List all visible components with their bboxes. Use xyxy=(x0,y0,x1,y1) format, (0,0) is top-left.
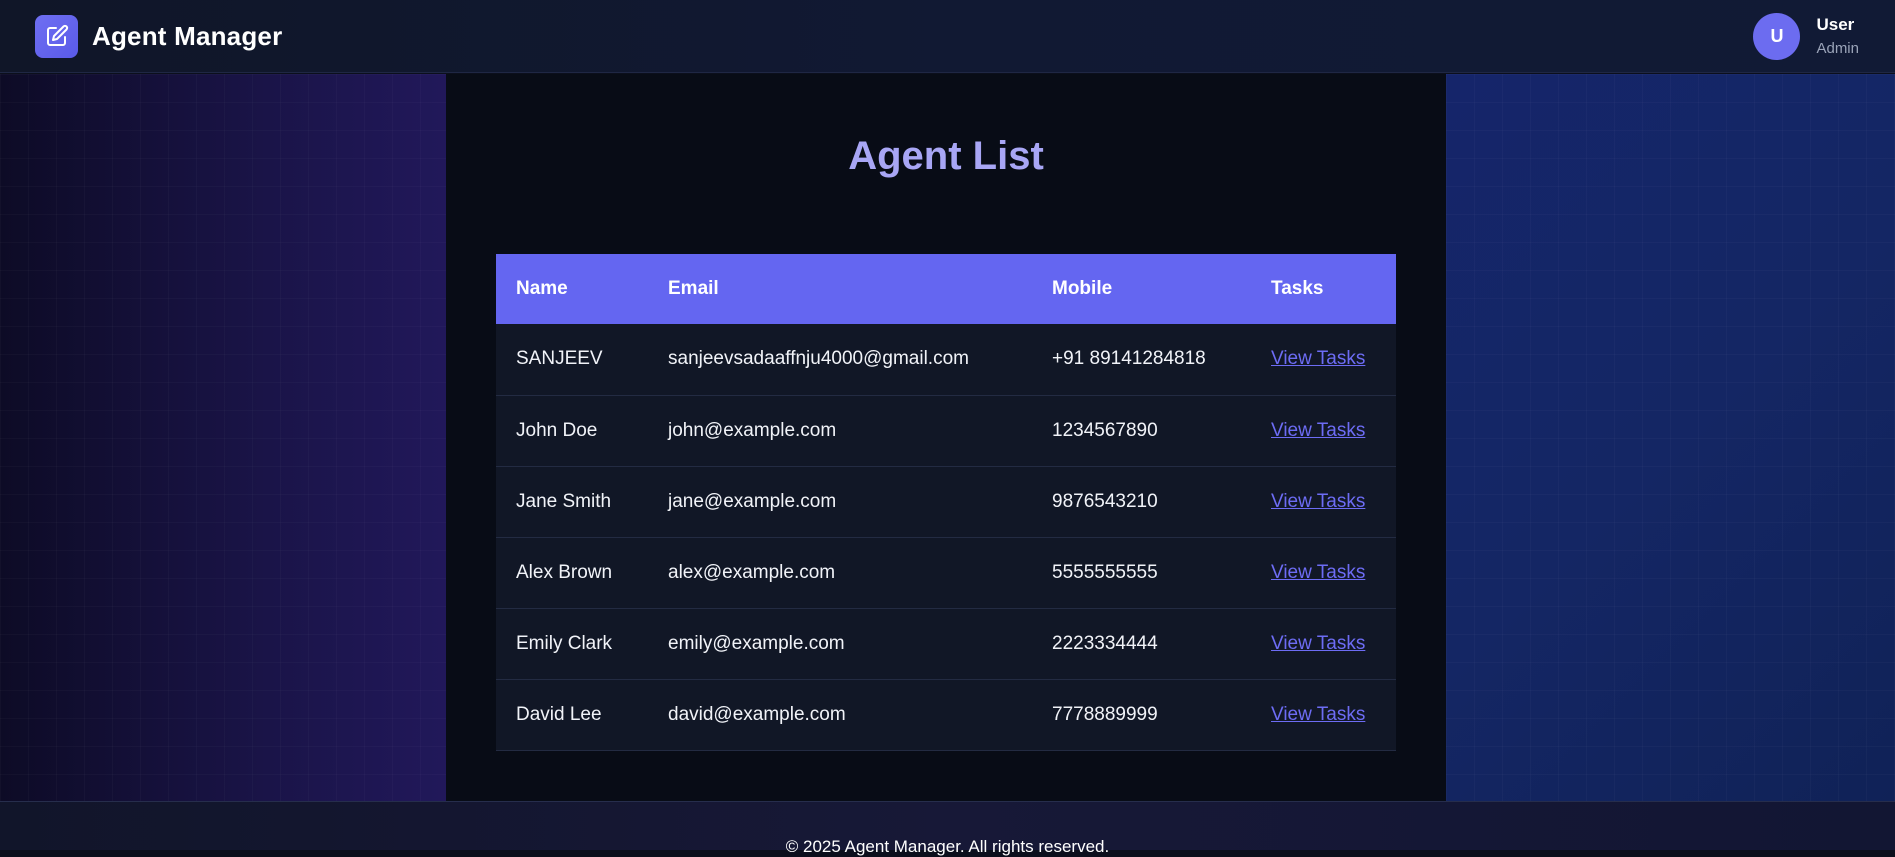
agent-email: emily@example.com xyxy=(648,608,1032,680)
avatar[interactable]: U xyxy=(1753,12,1801,60)
agent-name: David Lee xyxy=(496,679,648,751)
table-row: Jane Smith jane@example.com 9876543210 V… xyxy=(496,466,1396,538)
table-row: Alex Brown alex@example.com 5555555555 V… xyxy=(496,537,1396,609)
agent-name: Jane Smith xyxy=(496,466,648,538)
table-row: John Doe john@example.com 1234567890 Vie… xyxy=(496,395,1396,467)
agent-email: david@example.com xyxy=(648,679,1032,751)
brand-title: Agent Manager xyxy=(92,20,283,51)
view-tasks-link[interactable]: View Tasks xyxy=(1271,491,1365,512)
agent-mobile: 1234567890 xyxy=(1032,395,1251,467)
brand[interactable]: Agent Manager xyxy=(35,14,283,58)
agent-name: SANJEEV xyxy=(496,324,648,396)
table-header: Name Email Mobile Tasks xyxy=(496,254,1396,324)
agent-email: alex@example.com xyxy=(648,537,1032,609)
column-header-tasks: Tasks xyxy=(1271,278,1324,299)
agent-tasks-cell: View Tasks xyxy=(1251,679,1396,751)
agent-tasks-cell: View Tasks xyxy=(1251,324,1396,396)
agent-email: sanjeevsadaaffnju4000@gmail.com xyxy=(648,324,1032,396)
app-header: Agent Manager U User Admin xyxy=(0,0,1895,73)
main-content: Agent List Name Email Mobile Tasks SANJE… xyxy=(446,74,1446,801)
table-row: David Lee david@example.com 7778889999 V… xyxy=(496,679,1396,751)
table-header-row: Name Email Mobile Tasks xyxy=(496,254,1396,324)
table-row: Emily Clark emily@example.com 2223334444… xyxy=(496,608,1396,680)
user-name: User xyxy=(1816,15,1855,34)
agent-mobile: 9876543210 xyxy=(1032,466,1251,538)
background-right-panel xyxy=(1446,74,1895,801)
table-row: SANJEEV sanjeevsadaaffnju4000@gmail.com … xyxy=(496,324,1396,396)
view-tasks-link[interactable]: View Tasks xyxy=(1271,420,1365,441)
view-tasks-link[interactable]: View Tasks xyxy=(1271,348,1365,369)
view-tasks-link[interactable]: View Tasks xyxy=(1271,704,1365,725)
user-menu[interactable]: U User Admin xyxy=(1753,12,1859,60)
background-grid xyxy=(1446,74,1895,801)
view-tasks-link[interactable]: View Tasks xyxy=(1271,562,1365,583)
user-meta: User Admin xyxy=(1816,15,1859,57)
page-title: Agent List xyxy=(848,134,1044,178)
edit-icon xyxy=(35,14,78,58)
agent-email: john@example.com xyxy=(648,395,1032,467)
agent-tasks-cell: View Tasks xyxy=(1251,608,1396,680)
agent-mobile: 5555555555 xyxy=(1032,537,1251,609)
agent-name: Emily Clark xyxy=(496,608,648,680)
user-role: Admin xyxy=(1816,40,1859,57)
table-body: SANJEEV sanjeevsadaaffnju4000@gmail.com … xyxy=(496,324,1396,751)
agent-table: Name Email Mobile Tasks SANJEEV sanjeevs… xyxy=(496,254,1396,751)
agent-mobile: +91 89141284818 xyxy=(1032,324,1251,396)
agent-tasks-cell: View Tasks xyxy=(1251,466,1396,538)
column-header-email: Email xyxy=(668,278,719,299)
background-grid xyxy=(0,74,446,801)
agent-mobile: 7778889999 xyxy=(1032,679,1251,751)
agent-tasks-cell: View Tasks xyxy=(1251,395,1396,467)
agent-email: jane@example.com xyxy=(648,466,1032,538)
background-left-panel xyxy=(0,74,446,801)
agent-tasks-cell: View Tasks xyxy=(1251,537,1396,609)
agent-name: Alex Brown xyxy=(496,537,648,609)
agent-name: John Doe xyxy=(496,395,648,467)
agent-mobile: 2223334444 xyxy=(1032,608,1251,680)
column-header-mobile: Mobile xyxy=(1052,278,1113,299)
view-tasks-link[interactable]: View Tasks xyxy=(1271,633,1365,654)
column-header-name: Name xyxy=(516,278,568,299)
app-footer: © 2025 Agent Manager. All rights reserve… xyxy=(0,801,1895,856)
footer-copyright: © 2025 Agent Manager. All rights reserve… xyxy=(785,837,1110,856)
